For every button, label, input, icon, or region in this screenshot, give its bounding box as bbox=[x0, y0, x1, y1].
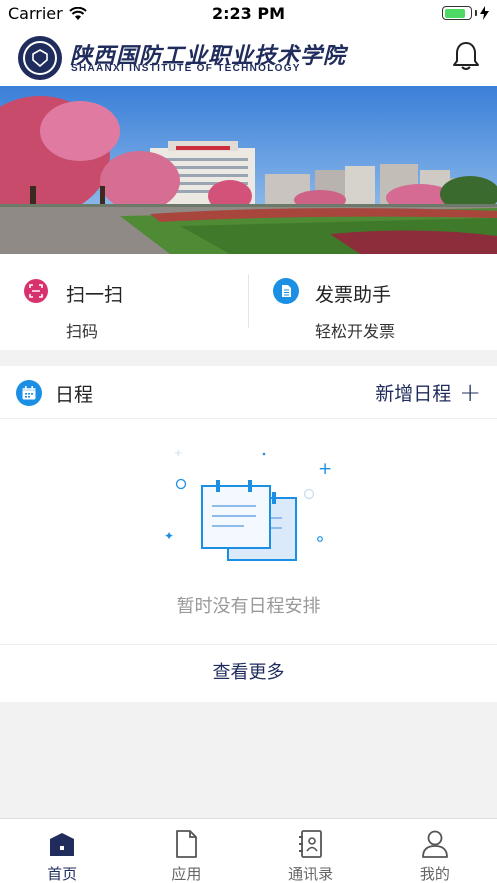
invoice-action[interactable]: 发票助手 轻松开发票 bbox=[249, 254, 497, 350]
tab-bar: 首页 应用 通讯录 我的 bbox=[0, 818, 497, 883]
schedule-title: 日程 bbox=[55, 384, 94, 406]
school-emblem-icon bbox=[18, 36, 62, 80]
charging-icon bbox=[480, 6, 489, 20]
profile-icon bbox=[421, 830, 448, 858]
quick-actions: 扫一扫 扫码 发票助手 轻松开发票 bbox=[0, 254, 497, 350]
calendar-icon bbox=[16, 380, 42, 406]
plus-icon: + bbox=[459, 377, 481, 408]
bell-icon[interactable] bbox=[451, 40, 481, 72]
tab-home-label: 首页 bbox=[47, 865, 78, 883]
battery-fill bbox=[444, 8, 465, 18]
tab-profile-label: 我的 bbox=[419, 865, 450, 883]
empty-schedule-illustration: + + ✦ bbox=[164, 448, 332, 561]
battery-icon bbox=[442, 6, 472, 20]
view-more-button[interactable]: 查看更多 bbox=[0, 644, 497, 702]
battery-indicator bbox=[442, 6, 489, 20]
campus-photo bbox=[0, 86, 497, 254]
school-name-en: SHAANXI INSTITUTE OF TECHNOLOGY bbox=[71, 63, 301, 74]
invoice-title: 发票助手 bbox=[315, 284, 392, 306]
home-icon bbox=[50, 833, 75, 856]
invoice-subtitle: 轻松开发票 bbox=[315, 322, 396, 341]
document-icon bbox=[273, 278, 299, 304]
svg-text:✦: ✦ bbox=[164, 529, 174, 543]
schedule-header: 日程 新增日程 + bbox=[0, 366, 497, 419]
scan-subtitle: 扫码 bbox=[66, 322, 99, 341]
clock: 2:23 PM bbox=[211, 4, 285, 23]
tab-apps-label: 应用 bbox=[171, 865, 202, 883]
tab-profile[interactable]: 我的 bbox=[373, 819, 497, 883]
app-header: 陕西国防工业职业技术学院 SHAANXI INSTITUTE OF TECHNO… bbox=[0, 28, 497, 86]
tab-apps[interactable]: 应用 bbox=[124, 819, 248, 883]
campus-banner[interactable] bbox=[0, 86, 497, 254]
scan-title: 扫一扫 bbox=[66, 284, 124, 306]
empty-schedule-text: 暂时没有日程安排 bbox=[176, 596, 321, 617]
apps-icon bbox=[176, 830, 198, 858]
tab-contacts-label: 通讯录 bbox=[288, 865, 334, 883]
add-schedule-button[interactable]: 新增日程 + bbox=[375, 379, 481, 406]
battery-cap bbox=[475, 10, 477, 16]
status-bar: Carrier 2:23 PM bbox=[0, 0, 497, 28]
svg-text:+: + bbox=[174, 448, 182, 459]
svg-text:+: + bbox=[318, 459, 332, 479]
contacts-icon bbox=[298, 830, 322, 858]
tab-contacts[interactable]: 通讯录 bbox=[249, 819, 373, 883]
scan-icon bbox=[24, 279, 48, 303]
schedule-card: 日程 新增日程 + + + ✦ 暂时没有日程安排 查看更多 bbox=[0, 366, 497, 702]
add-schedule-label: 新增日程 bbox=[375, 383, 452, 405]
scan-action[interactable]: 扫一扫 扫码 bbox=[0, 254, 248, 350]
tab-home[interactable]: 首页 bbox=[0, 819, 124, 883]
